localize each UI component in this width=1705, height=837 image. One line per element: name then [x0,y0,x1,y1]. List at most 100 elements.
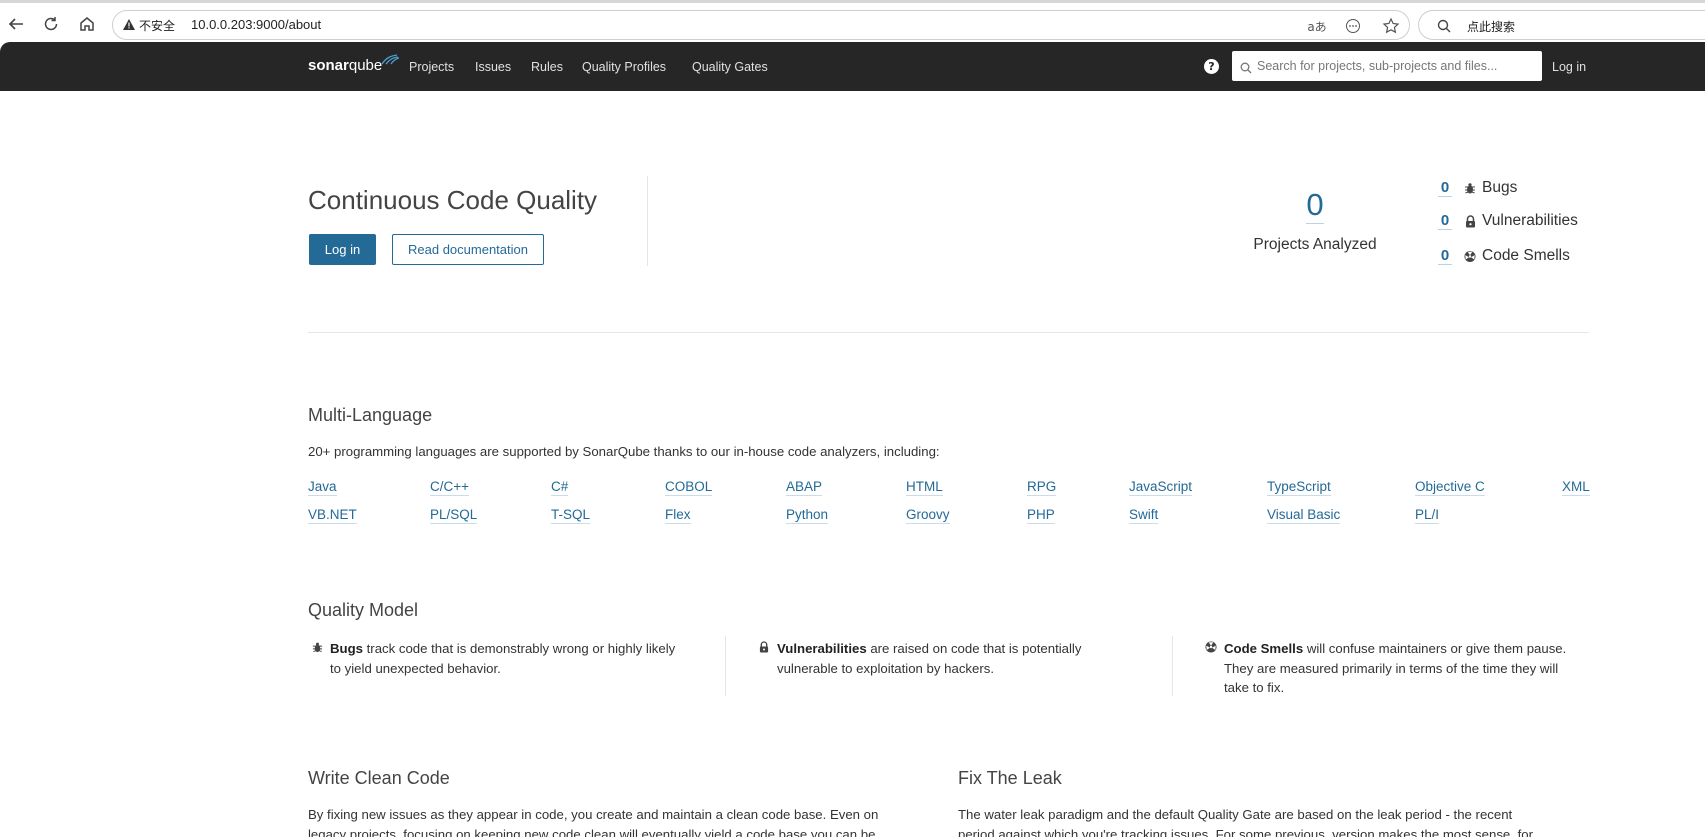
quality-model-vulnerabilities: Vulnerabilities are raised on code that … [757,639,1157,678]
logo-waves-icon [381,54,400,65]
sonarqube-logo[interactable]: sonarqube [308,54,400,74]
lang-javascript[interactable]: JavaScript [1129,478,1193,496]
multi-language-text: 20+ programming languages are supported … [308,444,940,459]
home-icon[interactable] [76,13,98,35]
projects-count-underline [1306,223,1324,224]
projects-analyzed-count[interactable]: 0 [1294,187,1336,223]
vulnerabilities-description: Vulnerabilities are raised on code that … [777,639,1081,678]
code-smell-icon [1464,249,1476,263]
lang-rpg[interactable]: RPG [1027,478,1057,496]
bugs-term: Bugs [330,641,363,656]
quality-model-bugs: Bugs track code that is demonstrably wro… [310,639,710,678]
vulnerabilities-term: Vulnerabilities [777,641,867,656]
code-smells-count[interactable]: 0 [1438,247,1452,265]
logo-text-light: qube [348,57,383,74]
stat-vulnerabilities: 0 Vulnerabilities [1438,210,1578,232]
lang-csharp[interactable]: C# [551,478,569,496]
lang-groovy[interactable]: Groovy [906,506,950,524]
lang-objective-c[interactable]: Objective C [1415,478,1485,496]
write-clean-code-title: Write Clean Code [308,768,450,788]
bugs-desc-line2: to yield unexpected behavior. [330,660,501,676]
smells-desc-line3: take to fix. [1224,680,1285,695]
nav-projects[interactable]: Projects [409,60,454,74]
lang-cobol[interactable]: COBOL [665,478,713,496]
smells-desc-line1: will confuse maintainers or give them pa… [1303,641,1567,656]
bug-icon [1464,181,1476,195]
vuln-desc-line1: are raised on code that is potentially [866,641,1082,656]
code-smells-description: Code Smells will confuse maintainers or … [1224,639,1566,698]
bugs-description: Bugs track code that is demonstrably wro… [330,639,675,678]
bug-icon [310,641,324,657]
lang-java[interactable]: Java [308,478,337,496]
address-bar[interactable]: 不安全 10.0.0.203:9000/about aあ [112,10,1410,40]
vulnerabilities-label: Vulnerabilities [1482,212,1578,229]
fix-the-leak-text: The water leak paradigm and the default … [958,805,1598,837]
lang-plsql[interactable]: PL/SQL [430,506,478,524]
browser-search-text: 点此搜索 [1467,20,1516,34]
security-warning[interactable]: 不安全 [123,17,175,34]
bugs-count[interactable]: 0 [1438,179,1452,197]
reload-icon[interactable] [40,13,62,35]
quality-model-code-smells: Code Smells will confuse maintainers or … [1204,639,1604,698]
search-icon [1240,59,1252,78]
projects-analyzed-label: Projects Analyzed [1253,236,1377,253]
fix-leak-line2: period against which you're tracking iss… [958,826,1533,837]
vulnerabilities-count[interactable]: 0 [1438,212,1452,230]
url-text[interactable]: 10.0.0.203:9000/about [191,17,321,32]
nav-issues[interactable]: Issues [475,60,511,74]
write-clean-code-text: By fixing new issues as they appear in c… [308,805,908,837]
lang-xml[interactable]: XML [1562,478,1590,496]
browser-toolbar: 不安全 10.0.0.203:9000/about aあ 点此搜索 [0,0,1705,42]
lang-swift[interactable]: Swift [1129,506,1159,524]
lang-flex[interactable]: Flex [665,506,691,524]
vuln-desc-line2: vulnerable to exploitation by hackers. [777,660,994,676]
clean-code-line1: By fixing new issues as they appear in c… [308,807,879,822]
lang-python[interactable]: Python [786,506,829,524]
bugs-desc-line1: track code that is demonstrably wrong or… [362,641,676,656]
fix-leak-line1: The water leak paradigm and the default … [958,807,1513,822]
nav-rules[interactable]: Rules [531,60,563,74]
code-smells-label: Code Smells [1482,247,1570,264]
warning-icon [123,18,135,33]
stat-code-smells: 0 Code Smells [1438,245,1570,267]
translate-icon[interactable]: aあ [1307,16,1327,36]
browser-search-box[interactable]: 点此搜索 [1418,10,1705,40]
lang-tsql[interactable]: T-SQL [551,506,591,524]
login-button[interactable]: Log in [309,234,376,265]
lang-pli[interactable]: PL/I [1415,506,1440,524]
smells-desc-line2: They are measured primarily in terms of … [1224,660,1559,676]
bugs-label: Bugs [1482,179,1518,196]
lang-visual-basic[interactable]: Visual Basic [1267,506,1341,524]
clean-code-line2: legacy projects, focusing on keeping new… [308,826,876,837]
lang-abap[interactable]: ABAP [786,478,823,496]
back-icon[interactable] [5,13,27,35]
quality-model-divider [1172,636,1173,696]
nav-quality-gates[interactable]: Quality Gates [692,60,768,74]
nav-quality-profiles[interactable]: Quality Profiles [582,60,666,74]
code-smell-icon [1204,641,1218,657]
help-icon[interactable]: ? [1204,59,1219,74]
fix-the-leak-title: Fix The Leak [958,768,1062,788]
nav-login-link[interactable]: Log in [1552,60,1586,74]
more-icon[interactable] [1343,16,1363,36]
lang-cpp[interactable]: C/C++ [430,478,470,496]
favorite-star-icon[interactable] [1381,16,1401,36]
stat-bugs: 0 Bugs [1438,177,1517,199]
top-navigation: sonarqube Projects Issues Rules Quality … [0,42,1705,91]
logo-text-bold: sonar [308,57,349,74]
lang-php[interactable]: PHP [1027,506,1055,524]
lang-vbnet[interactable]: VB.NET [308,506,357,524]
search-icon [1437,18,1451,37]
search-placeholder: Search for projects, sub-projects and fi… [1257,59,1498,73]
lang-html[interactable]: HTML [906,478,943,496]
code-smells-term: Code Smells [1224,641,1304,656]
lang-typescript[interactable]: TypeScript [1267,478,1331,496]
lock-icon [757,641,771,657]
hero-divider [647,176,648,266]
quality-model-title: Quality Model [308,600,419,620]
read-documentation-button[interactable]: Read documentation [392,234,544,265]
lock-icon [1464,214,1476,228]
security-label: 不安全 [139,19,176,33]
multi-language-title: Multi-Language [308,405,433,425]
project-search-input[interactable]: Search for projects, sub-projects and fi… [1232,51,1542,81]
